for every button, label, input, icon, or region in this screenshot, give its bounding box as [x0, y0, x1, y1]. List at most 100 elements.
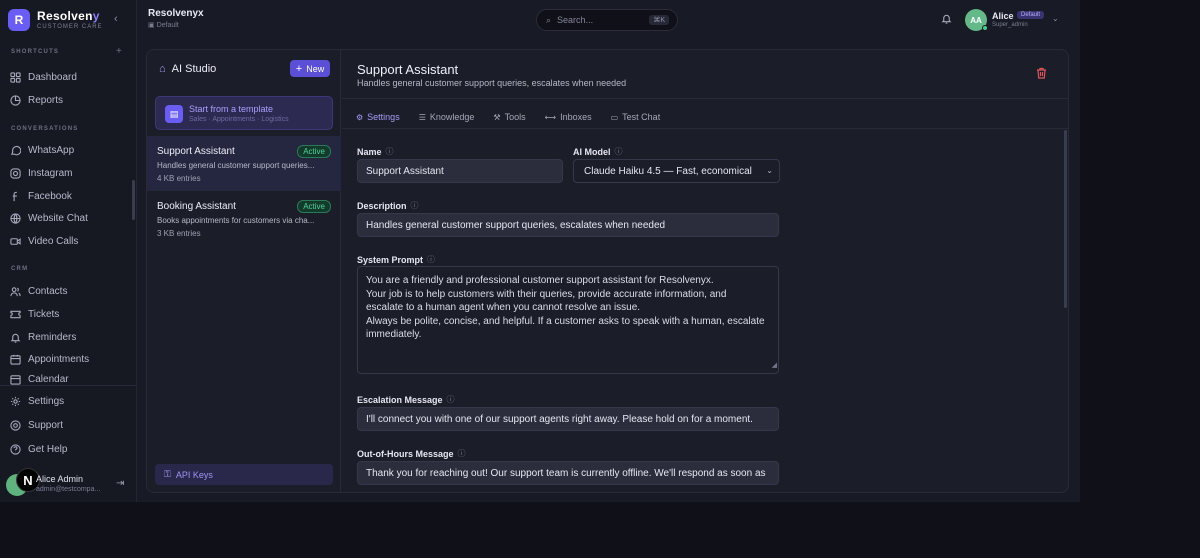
main-card: ⌂ AI Studio + New ▤ Start from a template…: [146, 49, 1069, 493]
api-keys-button[interactable]: ⚿ API Keys: [155, 464, 333, 485]
resize-handle-icon[interactable]: ◢: [772, 359, 777, 373]
sidebar-item-label: Tickets: [28, 308, 60, 320]
prompt-line: Always be polite, concise, and helpful. …: [366, 315, 765, 327]
ai-model-select[interactable]: Claude Haiku 4.5 — Fast, economical ⌄: [573, 159, 780, 183]
calendar-icon: [9, 373, 21, 385]
tab-tools[interactable]: ⚒ Tools: [493, 112, 525, 122]
users-icon: [9, 285, 21, 297]
sidebar-item-facebook[interactable]: Facebook: [9, 187, 129, 205]
template-categories: Sales · Appointments · Logistics: [189, 116, 289, 123]
top-header: Resolvenyx ▣ Default ⌕ Search... ⌘K AA A…: [137, 0, 1080, 40]
tab-knowledge[interactable]: ☰ Knowledge: [419, 112, 475, 122]
escalation-message-field[interactable]: I'll connect you with one of our support…: [357, 407, 779, 431]
start-from-template-card[interactable]: ▤ Start from a template Sales · Appointm…: [155, 96, 333, 130]
notification-bell-icon[interactable]: [941, 13, 952, 27]
video-icon: [9, 235, 21, 247]
workspace-name[interactable]: Resolvenyx: [148, 8, 204, 19]
app-window: R Resolveny CUSTOMER CARE ‹ SHORTCUTS + …: [0, 0, 1080, 502]
description-label: Description ⓘ: [357, 200, 419, 211]
out-of-hours-label: Out-of-Hours Message ⓘ: [357, 448, 466, 459]
ticket-icon: [9, 308, 21, 320]
add-shortcut-icon[interactable]: +: [116, 46, 122, 57]
info-icon[interactable]: ⓘ: [411, 200, 419, 211]
sidebar-item-label: Facebook: [28, 190, 72, 202]
tab-inboxes[interactable]: ⟷ Inboxes: [545, 112, 592, 122]
section-label-crm: CRM: [11, 266, 29, 272]
sidebar-item-reminders[interactable]: Reminders: [9, 328, 129, 346]
search-shortcut: ⌘K: [649, 15, 669, 25]
info-icon[interactable]: ⓘ: [447, 394, 455, 405]
workspace-sub-label: Default: [156, 22, 179, 29]
footer-user-name: Alice Admin: [36, 474, 84, 484]
sidebar-item-get-help[interactable]: Get Help: [9, 440, 129, 458]
escalation-label: Escalation Message ⓘ: [357, 394, 455, 405]
logout-icon[interactable]: ⇥: [116, 478, 124, 489]
sidebar-item-tickets[interactable]: Tickets: [9, 305, 129, 323]
name-label-text: Name: [357, 146, 382, 157]
prompt-line: Your job is to help customers with their…: [366, 288, 727, 300]
chevron-down-icon[interactable]: ⌄: [1052, 14, 1059, 23]
info-icon[interactable]: ⓘ: [386, 146, 394, 157]
sidebar: R Resolveny CUSTOMER CARE ‹ SHORTCUTS + …: [0, 0, 137, 502]
info-icon[interactable]: ⓘ: [458, 448, 466, 459]
sidebar-divider: [0, 385, 137, 386]
sidebar-item-settings[interactable]: Settings: [9, 392, 129, 410]
sidebar-item-label: Get Help: [28, 443, 68, 455]
sidebar-item-video-calls[interactable]: Video Calls: [9, 232, 129, 250]
sidebar-item-label: Appointments: [28, 353, 90, 365]
brand[interactable]: R Resolveny CUSTOMER CARE: [8, 9, 103, 31]
divider: [342, 128, 1068, 129]
sidebar-item-label: Reports: [28, 94, 64, 106]
ai-studio-panel: ⌂ AI Studio + New ▤ Start from a template…: [147, 50, 341, 492]
info-icon[interactable]: ⓘ: [427, 254, 435, 265]
sidebar-item-whatsapp[interactable]: WhatsApp: [9, 141, 129, 159]
sidebar-item-support[interactable]: Support: [9, 416, 129, 434]
sidebar-item-calendar[interactable]: Calendar: [9, 372, 129, 386]
sidebar-item-label: Video Calls: [28, 235, 79, 247]
sidebar-item-reports[interactable]: Reports: [9, 91, 129, 109]
agent-list-item[interactable]: Booking Assistant Active Books appointme…: [147, 191, 341, 246]
tab-test-chat[interactable]: ▭ Test Chat: [611, 112, 661, 122]
sidebar-item-instagram[interactable]: Instagram: [9, 164, 129, 182]
section-label-shortcuts: SHORTCUTS: [11, 49, 60, 55]
info-icon[interactable]: ⓘ: [615, 146, 623, 157]
system-prompt-label: System Prompt ⓘ: [357, 254, 435, 265]
search-input[interactable]: ⌕ Search... ⌘K: [536, 9, 678, 31]
sidebar-item-dashboard[interactable]: Dashboard: [9, 68, 129, 86]
sidebar-item-label: Dashboard: [28, 71, 77, 83]
background-area: [0, 502, 1200, 558]
description-field[interactable]: Handles general customer support queries…: [357, 213, 779, 237]
sidebar-scrollbar[interactable]: [132, 180, 135, 220]
sidebar-item-contacts[interactable]: Contacts: [9, 282, 129, 300]
tab-label: Knowledge: [429, 112, 475, 122]
workspace-badge: Default: [1017, 11, 1045, 19]
editor-scrollbar[interactable]: [1064, 130, 1067, 308]
collapse-sidebar-icon[interactable]: ‹: [114, 13, 118, 25]
ai-model-label-text: AI Model: [573, 146, 611, 157]
divider: [342, 98, 1068, 99]
globe-icon: [9, 212, 21, 224]
sidebar-user-footer[interactable]: N Alice Admin admin@testcompa... ⇥: [6, 468, 132, 498]
user-name[interactable]: Alice: [992, 11, 1014, 21]
workspace-sub: ▣ Default: [148, 22, 179, 29]
out-of-hours-message-field[interactable]: Thank you for reaching out! Our support …: [357, 461, 779, 485]
book-icon: ▤: [165, 105, 183, 123]
tab-label: Tools: [504, 112, 526, 122]
api-keys-label: API Keys: [175, 469, 213, 480]
tab-label: Settings: [367, 112, 400, 122]
bot-icon: ⌂: [159, 63, 166, 75]
system-prompt-textarea[interactable]: You are a friendly and professional cust…: [357, 266, 779, 374]
search-icon: ⌕: [546, 14, 552, 25]
ai-studio-title-text: AI Studio: [171, 63, 217, 75]
agent-list-item[interactable]: Support Assistant Active Handles general…: [147, 136, 341, 191]
agent-kb-count: 3 KB entries: [157, 229, 201, 238]
editor-subtitle: Handles general customer support queries…: [357, 78, 627, 88]
new-agent-button[interactable]: + New: [290, 60, 330, 77]
sidebar-item-appointments[interactable]: Appointments: [9, 350, 129, 368]
name-field[interactable]: Support Assistant: [357, 159, 563, 183]
sidebar-item-label: Instagram: [28, 167, 73, 179]
sidebar-item-website-chat[interactable]: Website Chat: [9, 209, 129, 227]
tab-settings[interactable]: ⚙ Settings: [356, 112, 400, 122]
trash-icon[interactable]: [1036, 67, 1047, 82]
prompt-line: immediately.: [366, 329, 422, 340]
